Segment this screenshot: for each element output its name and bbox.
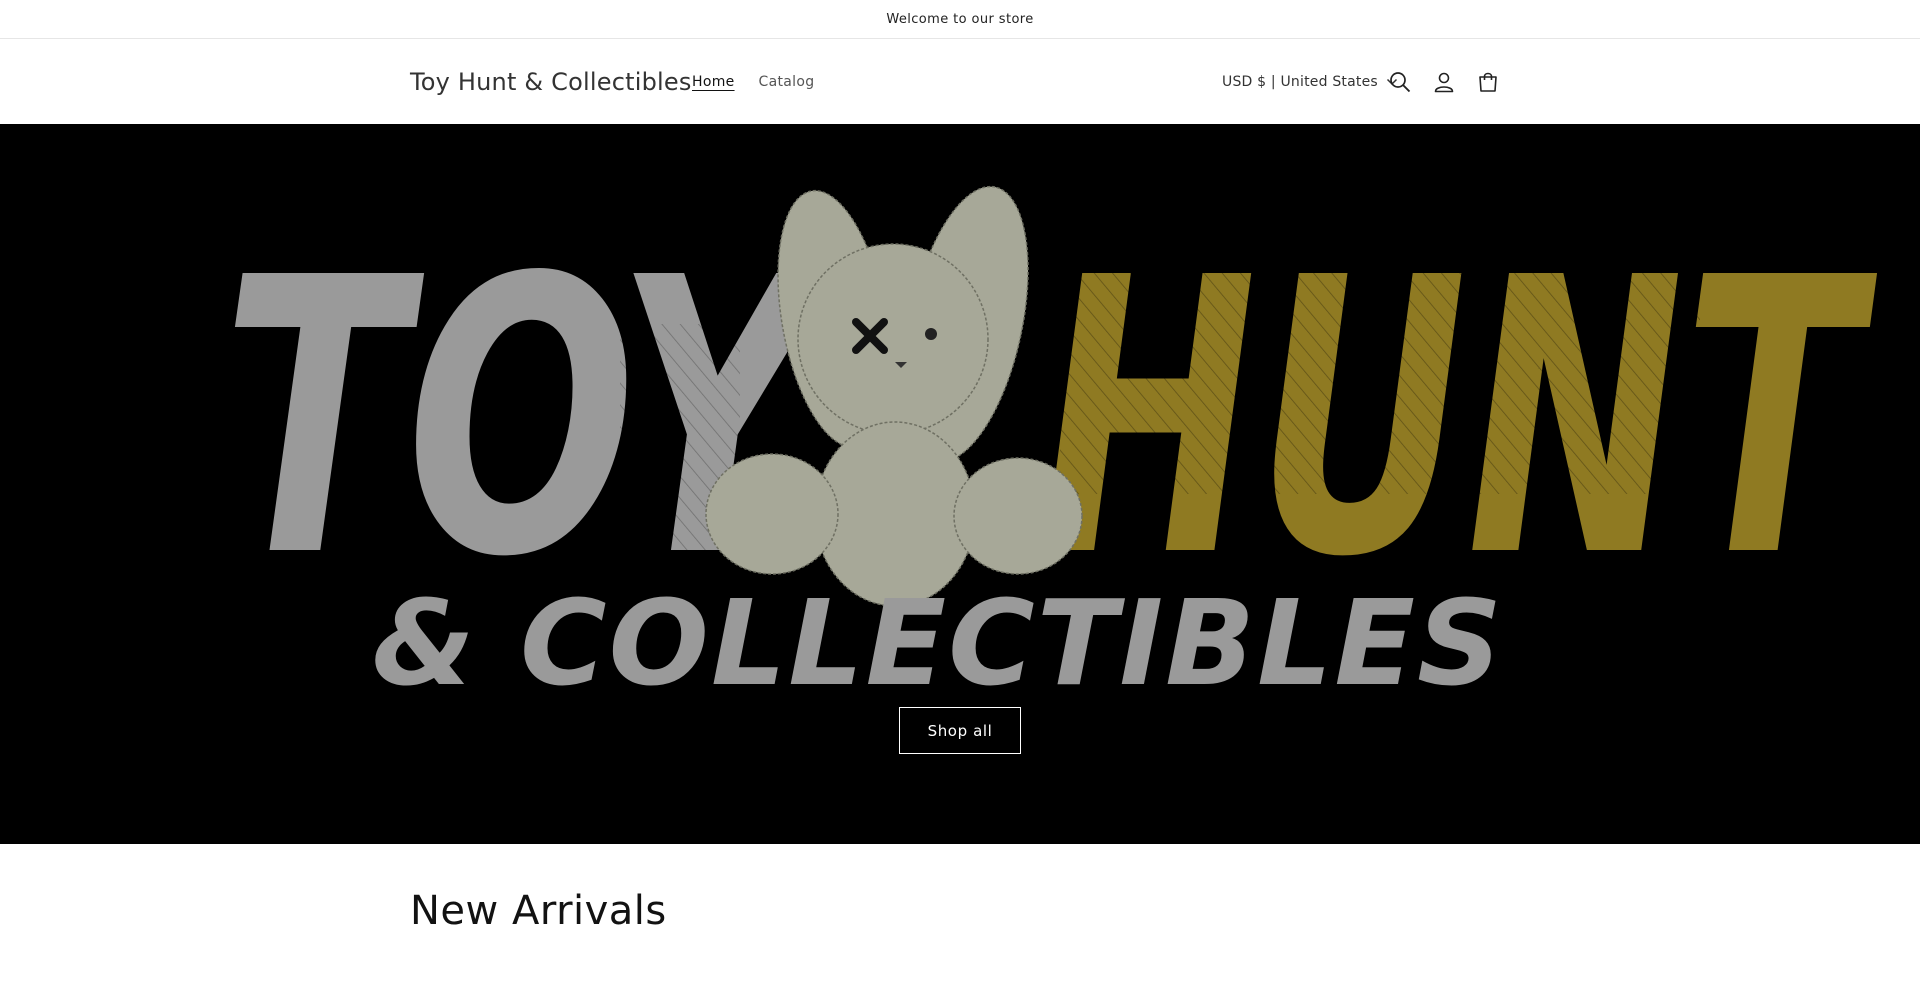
announcement-text: Welcome to our store	[886, 11, 1034, 27]
section-title-new-arrivals: New Arrivals	[410, 888, 667, 934]
hero-banner: TOY HUNT & COLLECTIBLES Shop all	[0, 124, 1920, 844]
nav-link-catalog[interactable]: Catalog	[759, 74, 815, 90]
nav-link-home[interactable]: Home	[692, 74, 735, 90]
account-icon[interactable]	[1432, 70, 1456, 94]
main-nav: Home Catalog	[692, 74, 814, 90]
header-icons	[1388, 70, 1500, 94]
country-currency-selector[interactable]: USD $ | United States	[1222, 74, 1398, 90]
announcement-bar: Welcome to our store	[0, 0, 1920, 39]
site-header: Toy Hunt & Collectibles Home Catalog USD…	[0, 39, 1920, 124]
cart-icon[interactable]	[1476, 70, 1500, 94]
country-currency-label: USD $ | United States	[1222, 73, 1378, 90]
shop-all-button[interactable]: Shop all	[899, 707, 1021, 754]
search-icon[interactable]	[1388, 70, 1412, 94]
store-logo-link[interactable]: Toy Hunt & Collectibles	[410, 68, 692, 96]
